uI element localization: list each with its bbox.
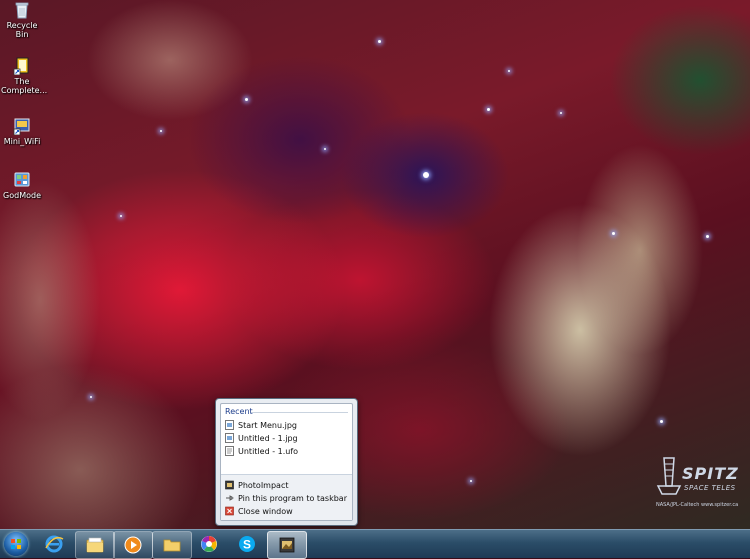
svg-text:S: S (243, 538, 251, 552)
jump-list-item-label: Close window (238, 506, 293, 516)
image-file-icon (225, 420, 234, 430)
star (120, 215, 122, 217)
jump-list-recent-item[interactable]: Untitled - 1.ufo (225, 445, 298, 457)
taskbar-button-folder[interactable] (152, 531, 192, 559)
jump-list-tasks: PhotoImpact Pin this program to taskbar … (221, 475, 352, 520)
desktop-icon-the-complete[interactable]: The Complete... (1, 57, 47, 95)
taskbar: S (0, 529, 750, 559)
jump-list-recent-item[interactable]: Start Menu.jpg (225, 419, 297, 431)
taskbar-button-internet-explorer[interactable] (35, 531, 73, 557)
star (487, 108, 490, 111)
jump-list-item-label: Untitled - 1.ufo (238, 446, 299, 456)
star (612, 232, 615, 235)
jump-list-item-label: Pin this program to taskbar (238, 493, 347, 503)
taskbar-button-skype[interactable]: S (228, 531, 266, 557)
desktop-wallpaper (0, 0, 750, 529)
spitzer-watermark: SPITZ SPACE TELES NASA/JPL-Caltech www.s… (652, 452, 750, 512)
desktop-icon-label: Mini_WiFi (3, 137, 41, 146)
pin-icon (226, 495, 234, 501)
jump-list-close-window[interactable]: Close window (225, 505, 293, 517)
star (423, 172, 429, 178)
jump-list-item-label: Untitled - 1.jpg (238, 433, 298, 443)
telescope-icon (656, 457, 682, 495)
star (160, 130, 162, 132)
taskbar-button-photoimpact[interactable] (267, 531, 307, 559)
desktop-icon-mini-wifi[interactable]: Mini_WiFi (2, 117, 42, 146)
skype-icon: S (239, 536, 255, 552)
photoimpact-icon (279, 537, 295, 553)
star (245, 98, 248, 101)
watermark-subtitle: SPACE TELES (684, 484, 736, 492)
desktop-icon-label: The Complete... (1, 77, 48, 95)
desktop-icon-recycle-bin[interactable]: Recycle Bin (2, 1, 42, 39)
internet-explorer-icon (45, 535, 64, 553)
jump-list-panel: Recent Start Menu.jpg Untitled - 1.jpg U… (220, 403, 353, 521)
document-file-icon (225, 446, 234, 456)
star (560, 112, 562, 114)
desktop-icon-label: Recycle Bin (6, 21, 38, 39)
watermark-credit: NASA/JPL-Caltech www.spitzer.ca (656, 502, 739, 508)
star (470, 480, 472, 482)
control-panel-icon (14, 172, 30, 187)
recycle-bin-icon (15, 2, 29, 19)
taskbar-button-picasa[interactable] (190, 531, 228, 557)
start-button[interactable] (4, 532, 28, 556)
picasa-icon (201, 536, 217, 552)
jump-list-recent-item[interactable]: Untitled - 1.jpg (225, 432, 298, 444)
close-icon (225, 506, 234, 516)
media-player-icon (124, 536, 142, 554)
desktop-icon-label: GodMode (3, 191, 41, 200)
folder-icon (163, 539, 181, 552)
taskbar-button-media-player[interactable] (113, 531, 153, 559)
star (660, 420, 663, 423)
star (324, 148, 326, 150)
jump-list-item-label: Start Menu.jpg (238, 420, 297, 430)
jump-list-item-label: PhotoImpact (238, 480, 289, 490)
watermark-word: SPITZ (682, 464, 739, 483)
taskbar-jump-list: Recent Start Menu.jpg Untitled - 1.jpg U… (215, 398, 358, 526)
star (378, 40, 381, 43)
jump-list-recent-header: Recent (225, 407, 253, 416)
star (706, 235, 709, 238)
shortcut-icon (13, 57, 29, 75)
jump-list-header-divider (251, 412, 348, 413)
star (90, 396, 92, 398)
taskbar-button-windows-explorer[interactable] (75, 531, 115, 559)
jump-list-pin-to-taskbar[interactable]: Pin this program to taskbar (225, 492, 347, 504)
wifi-icon (13, 118, 30, 135)
windows-explorer-icon (86, 537, 104, 553)
star (508, 70, 510, 72)
image-file-icon (225, 433, 234, 443)
desktop-icon-godmode[interactable]: GodMode (2, 171, 42, 200)
photoimpact-icon (225, 480, 234, 490)
jump-list-open-program[interactable]: PhotoImpact (225, 479, 289, 491)
